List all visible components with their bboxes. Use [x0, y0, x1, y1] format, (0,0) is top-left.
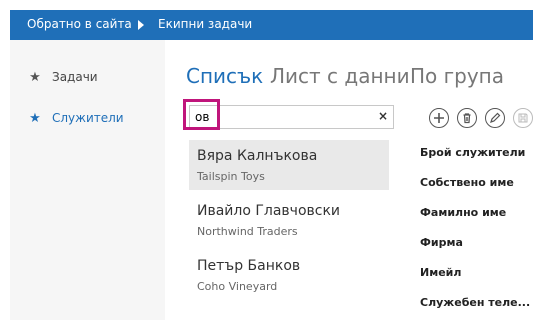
sidebar-item-label: Служители: [52, 111, 124, 125]
tab-datasheet[interactable]: Лист с данни: [270, 64, 410, 88]
sidebar-item-employees[interactable]: ★ Служители: [28, 111, 124, 126]
list-item[interactable]: Вяра Калнъкова Tailspin Toys: [189, 140, 389, 190]
delete-button[interactable]: [457, 108, 477, 128]
sidebar-item-tasks[interactable]: ★ Задачи: [28, 70, 98, 85]
back-to-site-link[interactable]: Обратно в сайта: [27, 17, 132, 31]
breadcrumb-arrow-icon: [138, 20, 144, 30]
app-body: ★ Задачи ★ Служители Списък Лист с данни П…: [10, 40, 533, 320]
star-icon: ★: [29, 70, 41, 85]
save-button[interactable]: [513, 108, 533, 128]
search-input[interactable]: [195, 109, 365, 125]
employee-name: Петър Банков: [197, 258, 301, 274]
field-label-work-phone: Служебен теле...: [420, 296, 531, 309]
employee-name: Вяра Калнъкова: [197, 148, 318, 164]
save-icon: [518, 113, 528, 123]
employee-company: Coho Vineyard: [197, 280, 278, 293]
main-panel: Списък Лист с данни По група × Вяра Калн…: [165, 40, 533, 320]
tab-by-group[interactable]: По група: [410, 64, 504, 88]
delete-icon: [463, 113, 471, 124]
edit-icon: [490, 112, 501, 123]
list-item[interactable]: Ивайло Главчовски Northwind Traders: [189, 195, 389, 245]
field-label-company: Фирма: [420, 236, 463, 249]
clear-search-icon[interactable]: ×: [378, 109, 388, 123]
add-icon: [434, 113, 444, 123]
tab-list[interactable]: Списък: [186, 64, 263, 88]
breadcrumb-current-app[interactable]: Екипни задачи: [158, 17, 252, 31]
sidebar-item-label: Задачи: [52, 70, 98, 84]
field-label-email: Имейл: [420, 266, 462, 279]
employee-name: Ивайло Главчовски: [197, 203, 341, 219]
add-button[interactable]: [429, 108, 449, 128]
field-label-first-name: Собствено име: [420, 176, 514, 189]
list-item[interactable]: Петър Банков Coho Vineyard: [189, 250, 389, 300]
sidebar: ★ Задачи ★ Служители: [10, 40, 165, 320]
star-icon: ★: [29, 111, 41, 126]
employee-company: Tailspin Toys: [197, 170, 265, 183]
employee-company: Northwind Traders: [197, 225, 298, 238]
edit-button[interactable]: [485, 108, 505, 128]
top-navigation-bar: Обратно в сайта Екипни задачи: [10, 10, 533, 40]
search-box: ×: [189, 105, 394, 129]
field-label-last-name: Фамилно име: [420, 206, 507, 219]
field-label-employee-count: Брой служители: [420, 146, 526, 159]
